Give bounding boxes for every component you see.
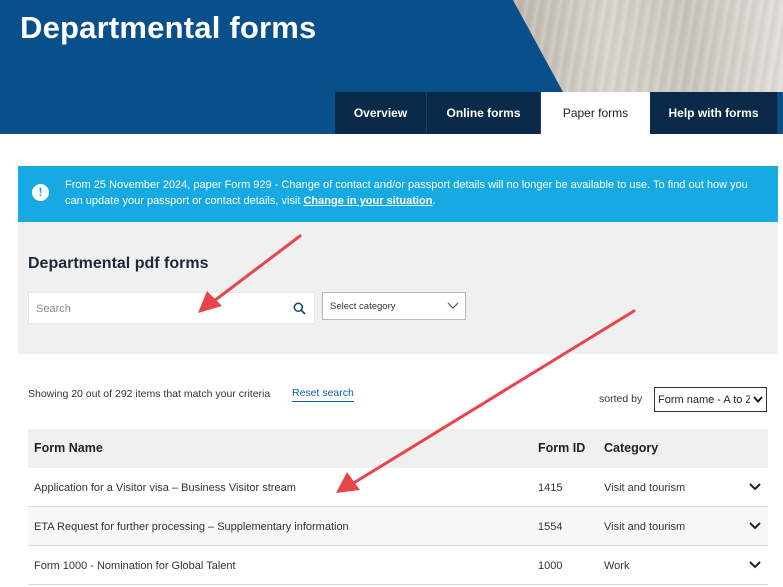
form-category-cell: Work (604, 560, 630, 572)
table-row[interactable]: ETA Request for further processing – Sup… (28, 507, 768, 546)
column-header-form-name[interactable]: Form Name (34, 441, 103, 455)
form-category-cell: Visit and tourism (604, 482, 686, 494)
form-id-cell: 1554 (538, 521, 563, 533)
category-select-value: Select category (330, 301, 396, 312)
column-header-form-id[interactable]: Form ID (538, 441, 585, 455)
alert-message: From 25 November 2024, paper Form 929 - … (65, 177, 765, 209)
category-select[interactable]: Select category (322, 292, 466, 320)
tab-bar: Overview Online forms Paper forms Help w… (335, 92, 778, 134)
results-summary: Showing 20 out of 292 items that match y… (28, 388, 271, 400)
alert-suffix: . (432, 195, 436, 207)
table-row[interactable]: Form 1000 - Nomination for Global Talent… (28, 546, 768, 585)
chevron-down-icon[interactable] (748, 521, 762, 531)
sort-select[interactable]: Form name - A to Z (654, 387, 767, 412)
form-id-cell: 1000 (538, 560, 563, 572)
form-name-cell: Application for a Visitor visa – Busines… (34, 482, 296, 494)
table-header: Form Name Form ID Category (28, 429, 768, 468)
table-row[interactable]: Application for a Visitor visa – Busines… (28, 468, 768, 507)
chevron-down-icon (447, 302, 459, 309)
tab-help-with-forms[interactable]: Help with forms (650, 92, 778, 134)
tab-overview[interactable]: Overview (335, 92, 427, 134)
search-input[interactable] (29, 293, 288, 325)
sort-select-value: Form name - A to Z (658, 394, 753, 406)
sort-chevron (750, 388, 766, 411)
filter-title: Departmental pdf forms (28, 255, 209, 272)
chevron-down-icon[interactable] (748, 482, 762, 492)
header-background-image (513, 0, 783, 92)
exclamation-icon: ! (32, 184, 49, 201)
chevron-down-icon (753, 396, 763, 403)
change-in-situation-link[interactable]: Change in your situation (303, 195, 432, 207)
tab-paper-forms[interactable]: Paper forms (541, 92, 650, 134)
sorted-by-label: sorted by (599, 393, 643, 405)
reset-search-link[interactable]: Reset search (292, 387, 354, 402)
tab-online-forms[interactable]: Online forms (427, 92, 541, 134)
column-header-category[interactable]: Category (604, 441, 658, 455)
form-id-cell: 1415 (538, 482, 563, 494)
form-category-cell: Visit and tourism (604, 521, 686, 533)
filter-panel: Departmental pdf forms Select category (18, 222, 778, 354)
form-name-cell: ETA Request for further processing – Sup… (34, 521, 349, 533)
chevron-down-icon[interactable] (748, 560, 762, 570)
info-alert: ! From 25 November 2024, paper Form 929 … (18, 166, 778, 222)
search-box (28, 292, 315, 325)
page-title: Departmental forms (20, 10, 317, 45)
search-icon[interactable] (293, 302, 306, 315)
page-header: Departmental forms Overview Online forms… (0, 0, 783, 134)
form-name-cell: Form 1000 - Nomination for Global Talent (34, 560, 236, 572)
forms-table: Form Name Form ID Category Application f… (28, 429, 768, 585)
